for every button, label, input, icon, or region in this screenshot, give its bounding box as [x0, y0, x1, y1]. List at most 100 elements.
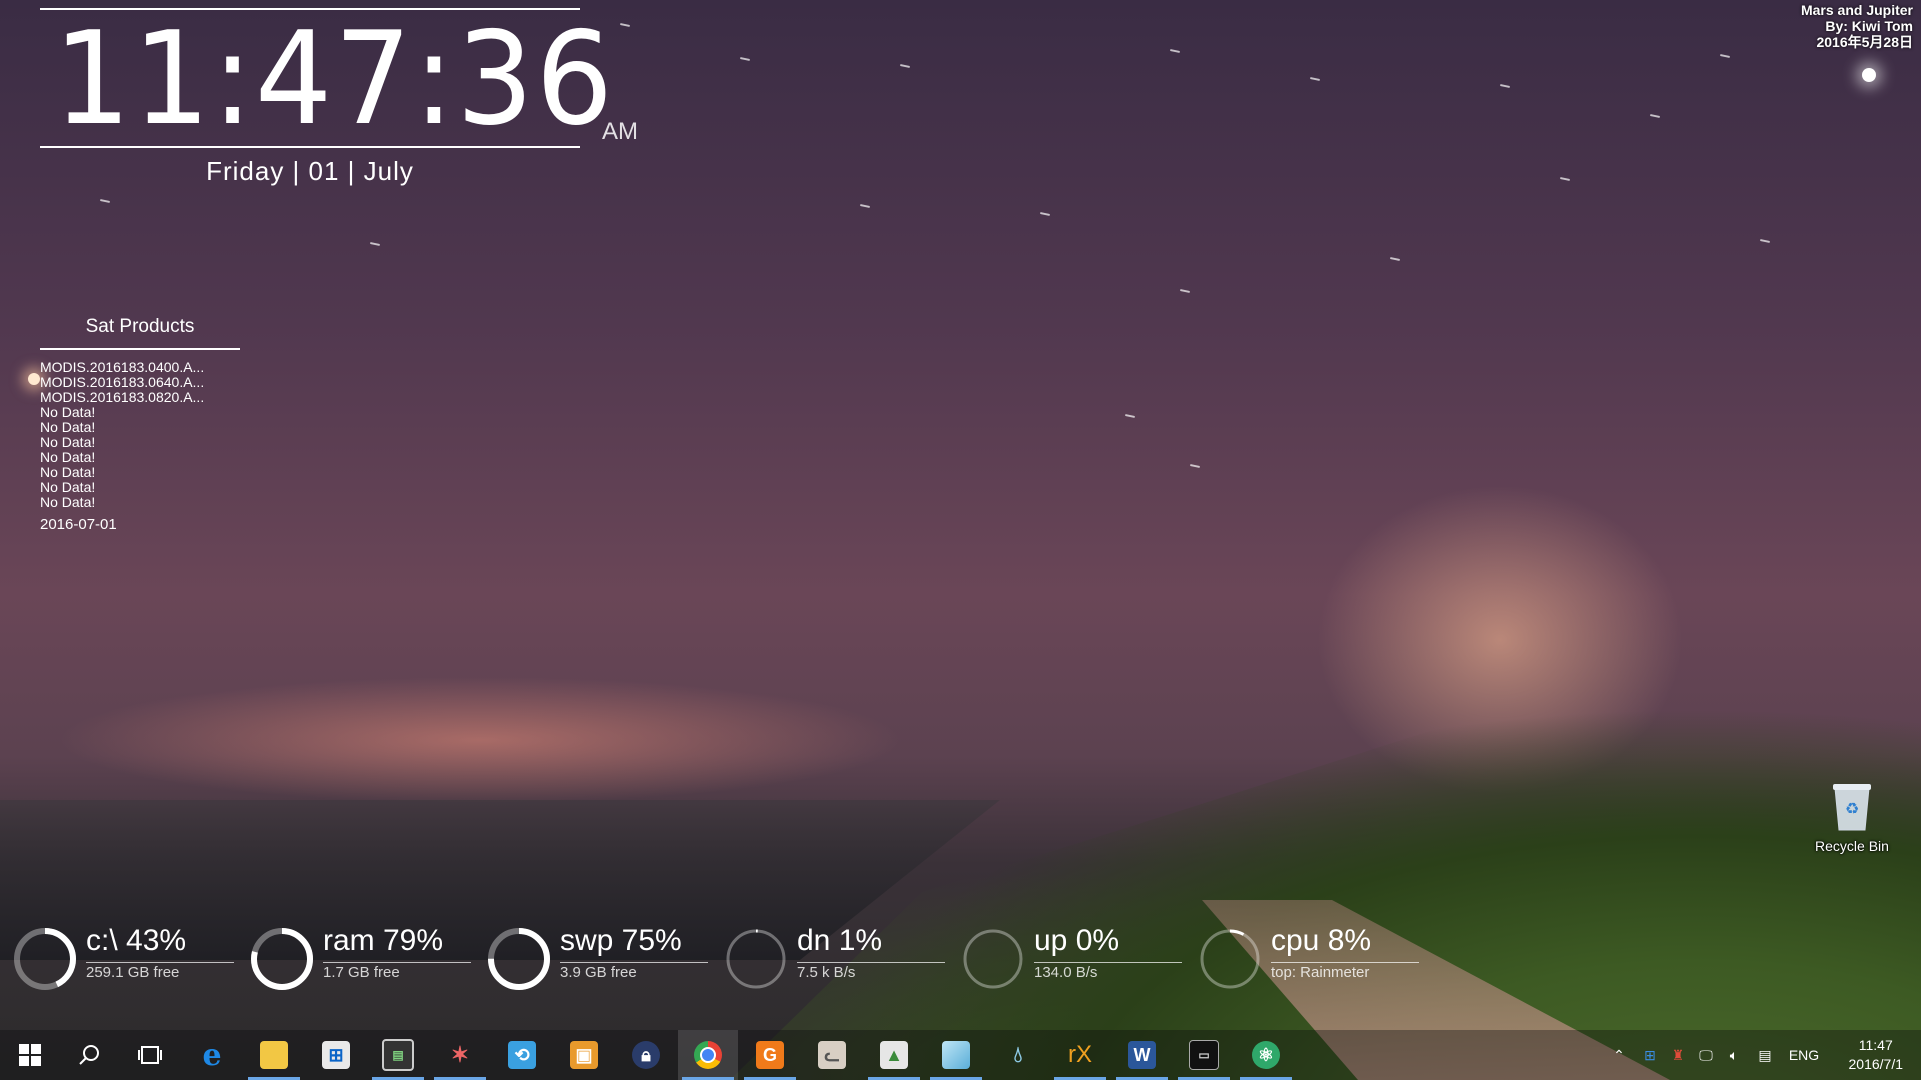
taskbar-clock[interactable]: 11:47 2016/7/1	[1849, 1036, 1904, 1074]
water-drop-icon: 💧︎	[1013, 1042, 1023, 1067]
taskbar-app-edge[interactable]: e	[182, 1030, 242, 1080]
star	[1559, 176, 1571, 182]
sat-product-item[interactable]: MODIS.2016183.0400.A...	[40, 360, 240, 375]
star	[1719, 53, 1731, 59]
swap-gauge: swp 75% 3.9 GB free	[484, 924, 714, 1004]
star	[1649, 113, 1661, 119]
taskbar-app-vpn[interactable]: 🔒︎	[616, 1030, 676, 1080]
monitor-app-icon: ▤	[382, 1039, 414, 1071]
image-viewer-icon: ▲	[880, 1041, 908, 1069]
disk-free-label: 259.1 GB free	[86, 964, 180, 981]
taskbar-app-satellite[interactable]: ✶	[430, 1030, 490, 1080]
sat-product-item: No Data!	[40, 434, 96, 450]
sat-products-date: 2016-07-01	[40, 516, 117, 533]
editor-app-icon: G	[756, 1041, 784, 1069]
taskbar-time: 11:47	[1858, 1037, 1893, 1053]
disk-gauge: c:\ 43% 259.1 GB free	[10, 924, 240, 1004]
gauge-divider	[1271, 962, 1419, 963]
download-ring-icon	[726, 929, 786, 989]
search-icon	[79, 1045, 99, 1065]
star	[1039, 211, 1051, 217]
search-button[interactable]	[60, 1030, 120, 1080]
start-button[interactable]	[0, 1030, 60, 1080]
taskbar: e ⊞ ▤ ✶ ⟲ ▣ 🔒︎ G ᓚ ▲ 💧︎ rX W ▭ ⚛ ⌃ ⊞ ♜ 🖵…	[0, 1030, 1921, 1080]
taskbar-app-network[interactable]: ⟲	[492, 1030, 552, 1080]
tray-volume[interactable]: 🔈︎	[1720, 1030, 1748, 1080]
taskbar-app-rx[interactable]: rX	[1050, 1030, 1110, 1080]
taskbar-app-word[interactable]: W	[1112, 1030, 1172, 1080]
taskbar-app-editor[interactable]: G	[740, 1030, 800, 1080]
terminal-icon: ▭	[1189, 1040, 1219, 1070]
recycle-bin-shortcut[interactable]: ♻ Recycle Bin	[1800, 780, 1904, 854]
jupiter-glow	[1862, 68, 1876, 82]
taskbar-app-package[interactable]: ▣	[554, 1030, 614, 1080]
sat-product-item[interactable]: MODIS.2016183.0640.A...	[40, 375, 240, 390]
star	[1499, 83, 1511, 89]
taskbar-date: 2016/7/1	[1848, 1056, 1904, 1072]
credit-date: 2016年5月28日	[1816, 34, 1913, 50]
wallpaper-credit: Mars and Jupiter By: Kiwi Tom 2016年5月28日	[1801, 2, 1913, 50]
taskbar-app-store[interactable]: ⊞	[306, 1030, 366, 1080]
network-icon: 🖵︎	[1699, 1046, 1713, 1063]
store-icon: ⊞	[322, 1041, 350, 1069]
satellite-icon: ✶	[450, 1042, 470, 1067]
download-rate-label: 7.5 k B/s	[797, 964, 856, 981]
swap-ring-icon	[488, 928, 550, 990]
cpu-gauge: cpu 8% top: Rainmeter	[1195, 924, 1425, 1004]
ram-free-label: 1.7 GB free	[323, 964, 400, 981]
sat-product-item[interactable]: MODIS.2016183.0820.A...	[40, 390, 240, 405]
taskbar-app-atom[interactable]: ⚛	[1236, 1030, 1296, 1080]
tray-language[interactable]: ENG	[1782, 1030, 1826, 1080]
star	[1169, 48, 1181, 54]
glass-app-icon	[942, 1041, 970, 1069]
credit-author: By: Kiwi Tom	[1825, 18, 1913, 34]
upload-ring-icon	[963, 929, 1023, 989]
star	[739, 56, 751, 62]
word-icon: W	[1128, 1041, 1156, 1069]
swap-usage-label: swp 75%	[560, 924, 682, 957]
swap-free-label: 3.9 GB free	[560, 964, 637, 981]
svg-text:♻: ♻	[1845, 799, 1859, 818]
taskbar-app-drop[interactable]: 💧︎	[988, 1030, 1048, 1080]
tray-overflow-button[interactable]: ⌃	[1604, 1030, 1634, 1080]
red-tray-icon: ♜	[1671, 1046, 1685, 1063]
star	[1759, 238, 1771, 244]
task-view-button[interactable]	[120, 1030, 180, 1080]
clock-widget: 11:47:36 AM Friday | 01 | July	[40, 5, 638, 187]
package-icon: ▣	[570, 1041, 598, 1069]
taskbar-app-terminal[interactable]: ▭	[1174, 1030, 1234, 1080]
chrome-icon	[694, 1041, 722, 1069]
taskbar-app-glass[interactable]	[926, 1030, 986, 1080]
tray-action-center[interactable]: ▤	[1750, 1030, 1780, 1080]
star	[1309, 76, 1321, 82]
ram-usage-label: ram 79%	[323, 924, 444, 957]
upload-usage-label: up 0%	[1034, 924, 1120, 957]
ram-ring-icon	[251, 928, 313, 990]
clock-time: 11:47:36	[53, 5, 615, 154]
star	[619, 22, 631, 28]
gauge-divider	[560, 962, 708, 963]
mars-glow	[28, 373, 40, 385]
taskbar-app-cat[interactable]: ᓚ	[802, 1030, 862, 1080]
taskbar-app-image-viewer[interactable]: ▲	[864, 1030, 924, 1080]
tray-app-grid[interactable]: ⊞	[1636, 1030, 1664, 1080]
gauge-divider	[323, 962, 471, 963]
recycle-bin-icon: ♻	[1829, 780, 1875, 832]
cpu-top-process-label: top: Rainmeter	[1271, 964, 1370, 981]
volume-icon: 🔈︎	[1729, 1046, 1739, 1063]
taskbar-app-file-explorer[interactable]	[244, 1030, 304, 1080]
star	[1124, 413, 1136, 419]
upload-gauge: up 0% 134.0 B/s	[958, 924, 1188, 1004]
tray-app-red[interactable]: ♜	[1664, 1030, 1692, 1080]
grid-tray-icon: ⊞	[1644, 1046, 1656, 1063]
tray-network[interactable]: 🖵︎	[1692, 1030, 1720, 1080]
star	[899, 63, 911, 69]
sat-products-rule	[40, 348, 240, 350]
atom-icon: ⚛	[1252, 1041, 1280, 1069]
taskbar-app-chrome[interactable]	[678, 1030, 738, 1080]
star	[369, 241, 381, 247]
sat-products-title: Sat Products	[85, 316, 195, 337]
taskbar-app-monitor[interactable]: ▤	[368, 1030, 428, 1080]
sat-product-item: No Data!	[40, 419, 96, 435]
sat-product-item: No Data!	[40, 464, 96, 480]
